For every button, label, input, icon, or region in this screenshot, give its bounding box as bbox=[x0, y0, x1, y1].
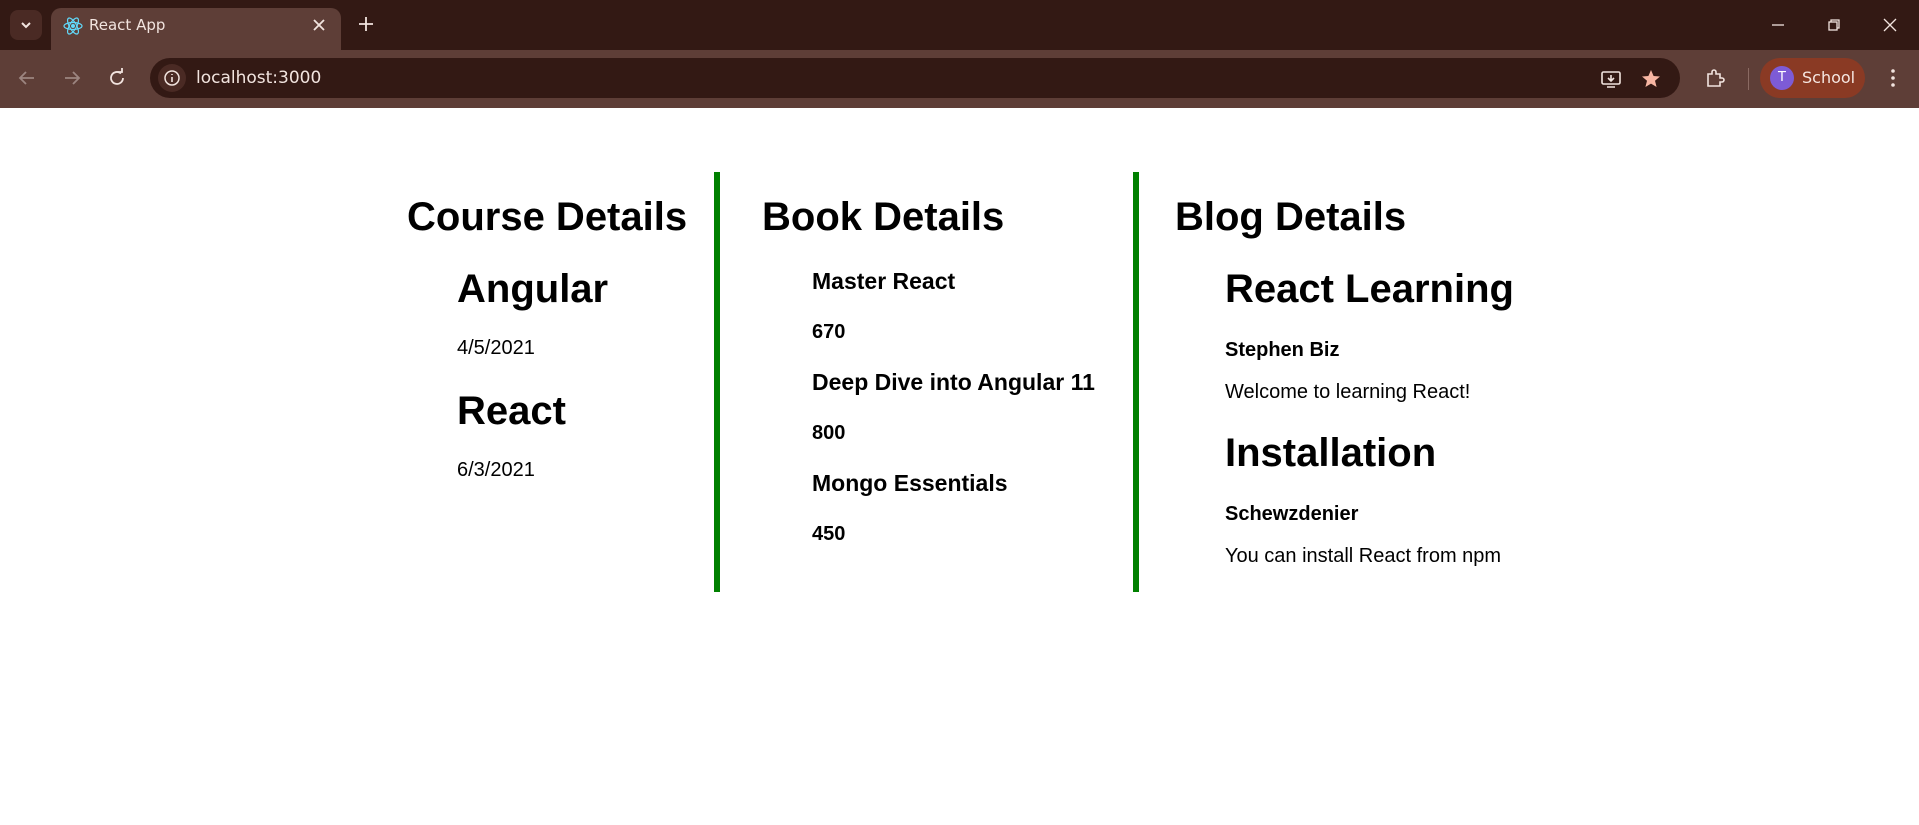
address-bar[interactable]: localhost:3000 bbox=[150, 58, 1680, 98]
restore-icon[interactable] bbox=[1822, 13, 1846, 37]
book-item: Mongo Essentials 450 bbox=[812, 470, 1133, 545]
reload-icon[interactable] bbox=[104, 65, 130, 91]
profile-name: School bbox=[1802, 68, 1856, 87]
forward-arrow-icon[interactable] bbox=[59, 65, 85, 91]
book-name: Mongo Essentials bbox=[812, 470, 1008, 496]
minimize-icon[interactable] bbox=[1766, 13, 1790, 37]
blog-title: React Learning bbox=[1225, 267, 1514, 311]
course-name: React bbox=[457, 389, 566, 433]
course-item: React 6/3/2021 bbox=[457, 391, 714, 480]
course-date: 4/5/2021 bbox=[457, 337, 535, 359]
info-icon bbox=[164, 70, 180, 86]
url-text: localhost:3000 bbox=[196, 68, 322, 88]
react-logo-icon bbox=[63, 17, 83, 35]
blog-details-heading: Blog Details bbox=[1175, 195, 1407, 239]
blog-title: Installation bbox=[1225, 431, 1437, 475]
blog-item: Installation Schewzdenier You can instal… bbox=[1225, 433, 1559, 566]
blog-author: Schewzdenier bbox=[1225, 503, 1359, 525]
course-item: Angular 4/5/2021 bbox=[457, 269, 714, 358]
blog-details-column: Blog Details React Learning Stephen Biz … bbox=[1139, 172, 1559, 592]
close-icon[interactable] bbox=[308, 14, 330, 36]
course-date: 6/3/2021 bbox=[457, 459, 535, 481]
install-app-icon[interactable] bbox=[1599, 67, 1623, 91]
back-arrow-icon[interactable] bbox=[14, 65, 40, 91]
tab-search-button[interactable] bbox=[10, 10, 42, 40]
book-price: 800 bbox=[812, 422, 846, 444]
extensions-icon[interactable] bbox=[1702, 65, 1728, 91]
profile-button[interactable]: T School bbox=[1760, 58, 1865, 98]
blog-text: Welcome to learning React! bbox=[1225, 381, 1471, 403]
book-details-heading: Book Details bbox=[762, 195, 1005, 239]
blog-author: Stephen Biz bbox=[1225, 339, 1340, 361]
book-price: 450 bbox=[812, 523, 846, 545]
book-price: 670 bbox=[812, 321, 846, 343]
book-item: Master React 670 bbox=[812, 268, 1133, 343]
avatar: T bbox=[1770, 66, 1794, 90]
tab-strip: React App bbox=[0, 0, 1919, 50]
book-item: Deep Dive into Angular 11 800 bbox=[812, 369, 1133, 444]
browser-tab[interactable]: React App bbox=[51, 8, 341, 50]
tab-title: React App bbox=[89, 16, 166, 34]
book-name: Master React bbox=[812, 268, 956, 294]
bookmark-star-icon[interactable] bbox=[1639, 67, 1663, 91]
browser-toolbar: localhost:3000 T School bbox=[0, 50, 1919, 108]
chevron-down-icon bbox=[21, 22, 31, 29]
blog-item: React Learning Stephen Biz Welcome to le… bbox=[1225, 269, 1559, 402]
page-content: Course Details Angular 4/5/2021 React 6/… bbox=[0, 108, 1919, 825]
course-details-heading: Course Details bbox=[407, 195, 688, 239]
book-details-column: Book Details Master React 670 Deep Dive … bbox=[726, 172, 1139, 592]
close-window-icon[interactable] bbox=[1878, 13, 1902, 37]
course-name: Angular bbox=[457, 267, 609, 311]
site-info-button[interactable] bbox=[158, 64, 186, 92]
more-menu-icon[interactable] bbox=[1880, 65, 1906, 91]
toolbar-divider bbox=[1748, 68, 1749, 90]
new-tab-icon[interactable] bbox=[355, 13, 377, 35]
course-details-column: Course Details Angular 4/5/2021 React 6/… bbox=[392, 172, 720, 592]
book-name: Deep Dive into Angular 11 bbox=[812, 369, 1095, 395]
blog-text: You can install React from npm bbox=[1225, 545, 1502, 567]
